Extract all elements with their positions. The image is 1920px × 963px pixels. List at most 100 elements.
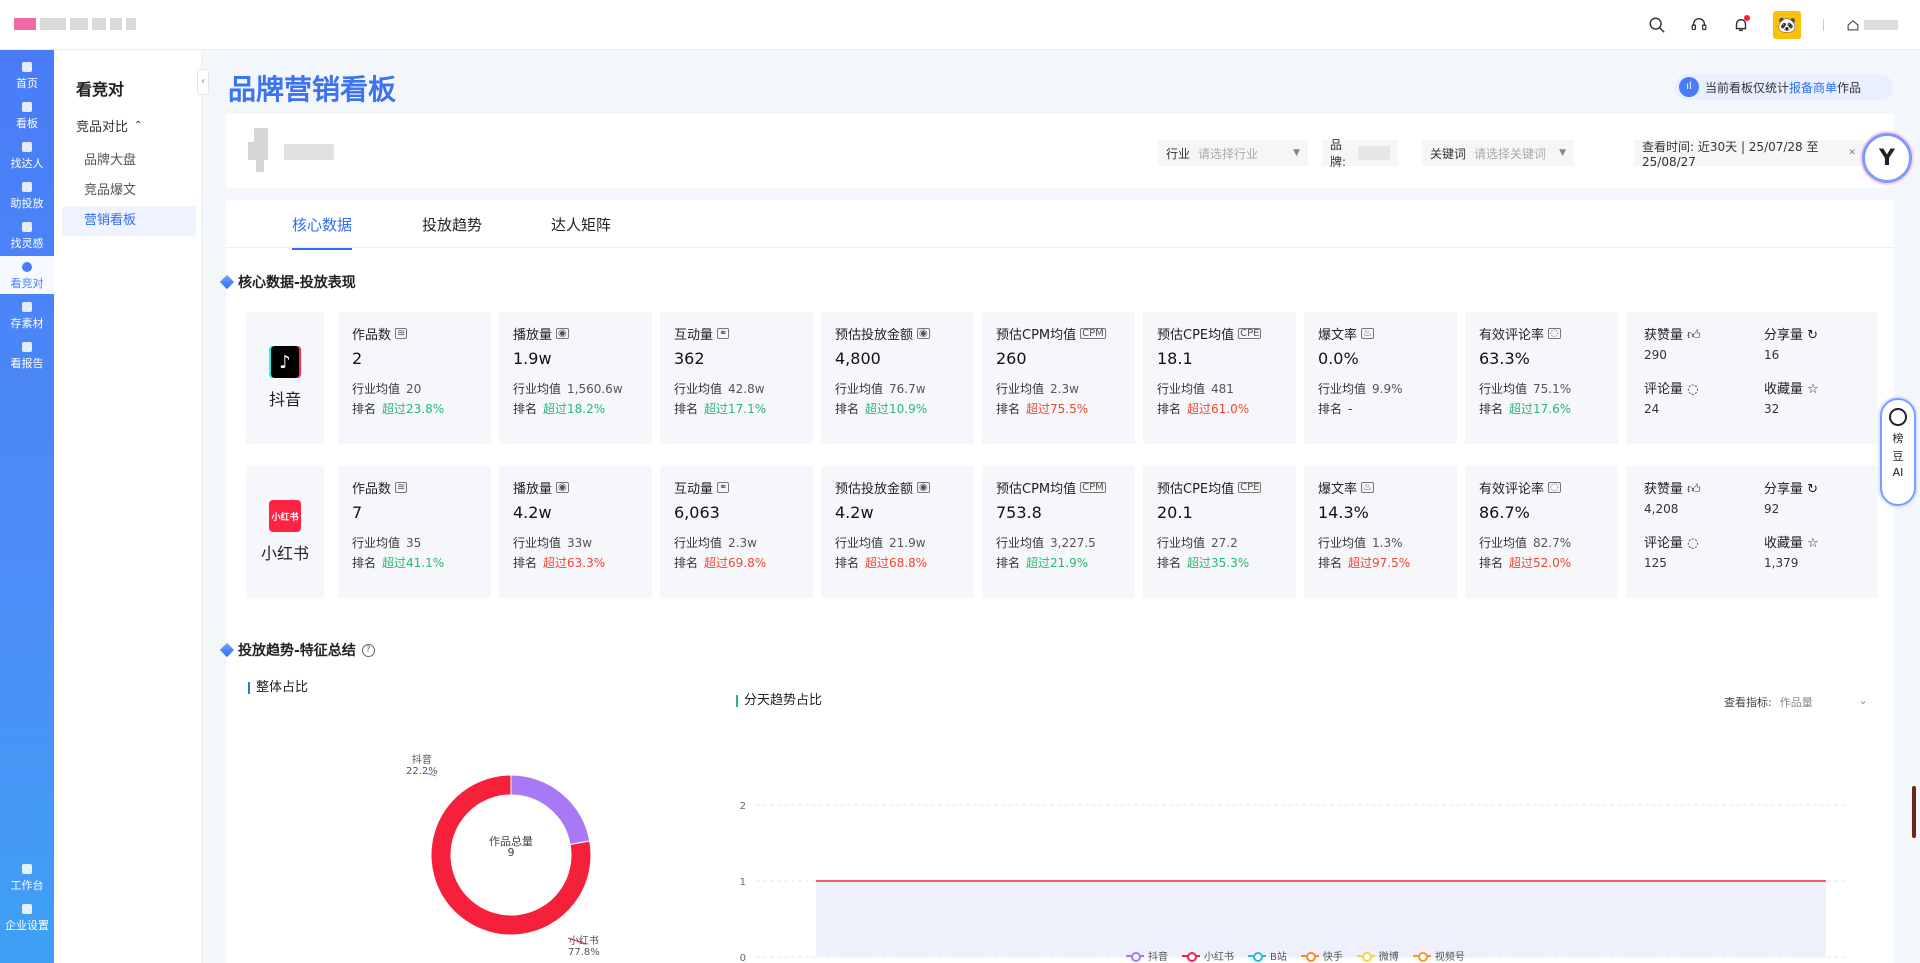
brand-logo[interactable] xyxy=(14,18,144,32)
metric-info-icon[interactable]: ⚭ xyxy=(717,482,730,493)
metric-info-icon[interactable]: ◉ xyxy=(556,328,569,339)
subnav-item-competitor-hits[interactable]: 竞品爆文 xyxy=(62,176,196,206)
social-metrics-card: 获赞量 👍︎ 4,208 分享量 ↻ 92 评论量 ◌ 125 收藏量 ☆ 1,379 xyxy=(1626,466,1878,598)
industry-average: 行业均值 9.9% xyxy=(1318,382,1403,396)
metric-name: 爆文率 ♨ xyxy=(1318,328,1374,343)
metric-info-icon[interactable]: ◉ xyxy=(917,482,930,493)
metric-card: 预估投放金额 ◉ 4,800 行业均值 76.7w 排名 超过10.9% xyxy=(821,312,974,444)
legend-item[interactable]: 小红书 xyxy=(1182,948,1234,963)
scrollbar-thumb[interactable] xyxy=(1912,786,1916,838)
legend-item[interactable]: 快手 xyxy=(1300,948,1343,963)
series-area xyxy=(816,881,1826,957)
settings-icon xyxy=(22,904,32,914)
platform-cell: ♪ 抖音 xyxy=(246,312,324,444)
user-menu[interactable] xyxy=(1846,18,1898,32)
rail-item-find-kol[interactable]: 找达人 xyxy=(0,142,54,171)
industry-average: 行业均值 3,227.5 xyxy=(996,536,1096,550)
metric-info-icon[interactable]: CPM xyxy=(1080,328,1106,339)
rail-item-dashboard[interactable]: 看板 xyxy=(0,102,54,131)
metric-card: 互动量 ⚭ 362 行业均值 42.8w 排名 超过17.1% xyxy=(660,312,813,444)
rail-item-reports[interactable]: 看报告 xyxy=(0,342,54,371)
metric-name: 互动量 ⚭ xyxy=(674,482,730,497)
keyword-select[interactable]: 关键词 请选择关键词 ▼ xyxy=(1422,140,1574,166)
metric-info-icon[interactable]: CPE xyxy=(1238,328,1262,339)
rank: 排名 超过18.2% xyxy=(513,402,606,416)
rail-item-workbench[interactable]: 工作台 xyxy=(0,864,54,893)
caret-down-icon: ▼ xyxy=(1293,148,1300,158)
bell-icon[interactable] xyxy=(1731,15,1751,35)
tab-kol-matrix[interactable]: 达人矩阵 xyxy=(551,214,611,235)
rail-item-settings[interactable]: 企业设置 xyxy=(0,904,54,933)
rail-item-home[interactable]: 首页 xyxy=(0,62,54,91)
rail-item-inspiration[interactable]: 找灵感 xyxy=(0,222,54,251)
help-icon[interactable]: ? xyxy=(361,643,375,657)
rank: 排名 超过35.3% xyxy=(1157,556,1250,570)
tab-delivery-trend[interactable]: 投放趋势 xyxy=(422,214,482,235)
legend-item[interactable]: B站 xyxy=(1248,948,1287,963)
metric-info-icon[interactable]: ◌ xyxy=(1548,482,1561,493)
headset-icon[interactable] xyxy=(1689,15,1709,35)
rank: 排名 超过63.3% xyxy=(513,556,606,570)
legend-swatch-icon xyxy=(1356,951,1375,962)
star-icon: ☆ xyxy=(1807,536,1819,551)
metric-info-icon[interactable]: ◉ xyxy=(556,482,569,493)
rank: 排名 超过68.8% xyxy=(835,556,928,570)
user-icon xyxy=(22,142,32,152)
industry-average: 行业均值 27.2 xyxy=(1157,536,1238,550)
legend-item[interactable]: 微博 xyxy=(1356,948,1399,963)
brand-select[interactable]: 品牌: xyxy=(1322,138,1398,169)
metric-value: 20.1 xyxy=(1157,503,1193,522)
metric-info-icon[interactable]: ◌ xyxy=(1548,328,1561,339)
trend-title: 分天趋势占比 xyxy=(736,694,822,707)
ai-assistant-button[interactable]: 榜 豆 AI xyxy=(1880,398,1916,506)
likes-stat: 获赞量 👍︎ 4,208 xyxy=(1644,482,1701,516)
metric-card: 爆文率 ♨ 0.0% 行业均值 9.9% 排名 - xyxy=(1304,312,1457,444)
industry-average: 行业均值 76.7w xyxy=(835,382,926,396)
metric-name: 互动量 ⚭ xyxy=(674,328,730,343)
metric-info-icon[interactable]: ⚭ xyxy=(717,328,730,339)
rank: 排名 超过17.6% xyxy=(1479,402,1572,416)
industry-average: 行业均值 35 xyxy=(352,536,422,550)
collapse-sidebar-button[interactable]: ‹ xyxy=(197,69,209,95)
donut-title: 整体占比 xyxy=(248,681,308,694)
rocket-icon xyxy=(22,182,32,192)
rank: 排名 - xyxy=(1318,402,1353,416)
rail-item-ads[interactable]: 助投放 xyxy=(0,182,54,211)
metric-card: 爆文率 ♨ 14.3% 行业均值 1.3% 排名 超过97.5% xyxy=(1304,466,1457,598)
metric-select[interactable]: 查看指标: 作品量 ⌄ xyxy=(1724,694,1868,710)
metric-value: 4.2w xyxy=(835,503,874,522)
share-icon: ↻ xyxy=(1807,482,1819,497)
metric-info-icon[interactable]: ♨ xyxy=(1361,328,1374,339)
comments-stat: 评论量 ◌ 125 xyxy=(1644,536,1699,570)
trend-chart: 2102025/07/312025/08/012025/08/022025/08… xyxy=(740,801,1846,963)
shares-stat: 分享量 ↻ 16 xyxy=(1764,328,1819,362)
rail-item-assets[interactable]: 存素材 xyxy=(0,302,54,331)
metric-info-icon[interactable]: ≋ xyxy=(395,328,408,339)
industry-select[interactable]: 行业 请选择行业 ▼ xyxy=(1158,140,1308,166)
subnav-item-brand-overview[interactable]: 品牌大盘 xyxy=(62,146,196,176)
share-icon: ↻ xyxy=(1807,328,1819,343)
search-icon[interactable] xyxy=(1647,15,1667,35)
legend-item[interactable]: 抖音 xyxy=(1126,948,1168,963)
legend-item[interactable]: 视频号 xyxy=(1412,948,1465,963)
avatar[interactable]: 🐼 xyxy=(1773,11,1801,39)
rail-item-competitor[interactable]: 看竞对 xyxy=(0,256,54,294)
rank: 排名 超过61.0% xyxy=(1157,402,1250,416)
metric-info-icon[interactable]: CPE xyxy=(1238,482,1262,493)
metric-info-icon[interactable]: ≋ xyxy=(395,482,408,493)
metric-card: 预估投放金额 ◉ 4.2w 行业均值 21.9w 排名 超过68.8% xyxy=(821,466,974,598)
metric-info-icon[interactable]: CPM xyxy=(1080,482,1106,493)
tab-core-data[interactable]: 核心数据 xyxy=(292,214,353,250)
rank: 排名 超过97.5% xyxy=(1318,556,1411,570)
metric-info-icon[interactable]: ♨ xyxy=(1361,482,1374,493)
diamond-icon xyxy=(219,274,235,290)
page-title: 品牌营销看板 xyxy=(228,73,397,106)
subnav-item-marketing-board[interactable]: 营销看板 xyxy=(62,206,196,236)
metric-card: 播放量 ◉ 4.2w 行业均值 33w 排名 超过63.3% xyxy=(499,466,652,598)
main-panel: 核心数据 投放趋势 达人矩阵 核心数据-投放表现 ♪ 抖音 作品数 ≋ 2 行业均值 20 排… xyxy=(219,200,1894,963)
metric-info-icon[interactable]: ◉ xyxy=(917,328,930,339)
industry-average: 行业均值 21.9w xyxy=(835,536,926,550)
time-range-select[interactable]: 查看时间: 近30天 | 25/07/28 至 25/08/27 ✕ xyxy=(1634,140,1864,169)
subnav-group-toggle[interactable]: 竞品对比 ⌃ xyxy=(76,116,142,135)
assistant-logo-button[interactable]: Y xyxy=(1862,133,1912,183)
